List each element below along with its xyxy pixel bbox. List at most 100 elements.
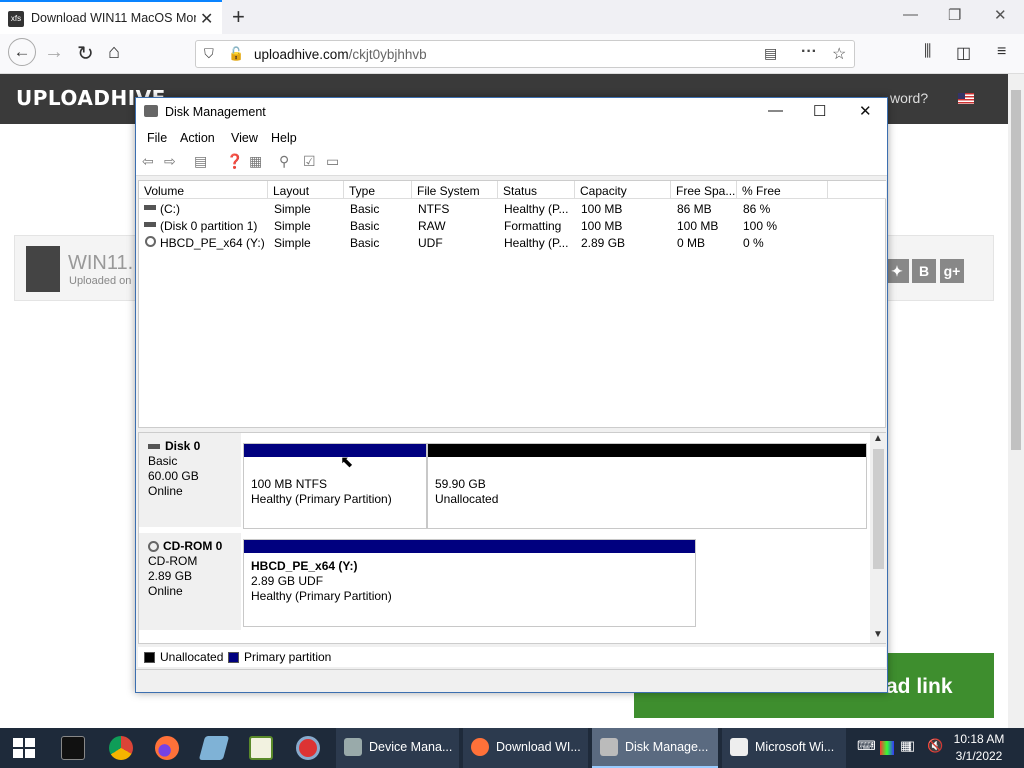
col-free-space[interactable]: Free Spa...	[671, 181, 737, 199]
bookmark-star-icon[interactable]: ☆	[832, 44, 846, 64]
cell-percent-free: 100 %	[743, 219, 778, 233]
menu-action[interactable]: Action	[180, 131, 215, 145]
file-name: WIN11.	[68, 252, 134, 274]
page-actions-icon[interactable]: ···	[801, 43, 817, 61]
task-firefox[interactable]: Download WI...	[463, 728, 588, 768]
disk-pane-scroll-thumb[interactable]	[873, 449, 884, 569]
firefox-icon	[471, 738, 489, 756]
unallocated-size: 59.90 GB	[435, 477, 486, 491]
cell-layout: Simple	[274, 219, 311, 233]
cell-percent-free: 86 %	[743, 202, 771, 216]
partition-y[interactable]: HBCD_PE_x64 (Y:) 2.89 GB UDF Healthy (Pr…	[243, 539, 696, 627]
task-microsoft[interactable]: Microsoft Wi...	[722, 728, 846, 768]
color-tray-icon[interactable]	[880, 741, 894, 755]
settings-icon[interactable]: ▭	[326, 153, 339, 170]
close-icon[interactable]: ✕	[859, 102, 872, 120]
drive-icon	[144, 205, 156, 210]
share-button[interactable]: B	[912, 259, 936, 283]
col-layout[interactable]: Layout	[268, 181, 344, 199]
legend-unallocated: Unallocated	[160, 650, 224, 664]
col-capacity[interactable]: Capacity	[575, 181, 671, 199]
googleplus-button[interactable]: g+	[940, 259, 964, 283]
reader-view-icon[interactable]: ▤	[764, 45, 777, 62]
check-icon[interactable]: ☑	[303, 153, 316, 170]
connect-icon[interactable]: ⚲	[279, 153, 289, 170]
address-bar[interactable]: ⛉ 🔓 uploadhive.com/ckjt0ybjhhvb ▤ ··· ☆	[195, 40, 855, 68]
disk0-label[interactable]: Disk 0 Basic 60.00 GB Online	[139, 433, 241, 528]
scroll-down-icon[interactable]: ▼	[873, 629, 883, 640]
task-device-manager[interactable]: Device Mana...	[336, 728, 459, 768]
unallocated-space[interactable]: 59.90 GB Unallocated	[427, 443, 867, 529]
partition-size: 100 MB NTFS	[251, 477, 328, 491]
cell-type: Basic	[350, 236, 380, 250]
window-titlebar[interactable]: Disk Management — ☐ ✕	[136, 98, 887, 127]
scroll-up-icon[interactable]: ▲	[873, 433, 883, 444]
menu-icon[interactable]: ≡	[997, 43, 1006, 61]
new-tab-icon[interactable]: +	[232, 4, 245, 30]
terminal-icon[interactable]	[61, 736, 85, 760]
site-favicon-icon: xfs	[8, 11, 24, 27]
cell-volume: HBCD_PE_x64 (Y:)	[160, 236, 265, 250]
table-row[interactable]: HBCD_PE_x64 (Y:) Simple Basic UDF Health…	[139, 234, 885, 251]
disk0-size: 60.00 GB	[148, 469, 199, 483]
cdrom0-size: 2.89 GB	[148, 569, 193, 583]
network-tray-icon[interactable]: ⌨	[857, 738, 876, 754]
reload-icon[interactable]: ↻	[77, 41, 94, 66]
minimize-icon[interactable]: —	[768, 102, 783, 119]
insecure-lock-icon[interactable]: 🔓	[228, 46, 244, 62]
sheet-icon[interactable]	[249, 736, 273, 760]
tool-icon[interactable]	[296, 736, 320, 760]
col-percent-free[interactable]: % Free	[737, 181, 828, 199]
close-window-icon[interactable]: ✕	[994, 6, 1007, 24]
col-file-system[interactable]: File System	[412, 181, 498, 199]
close-tab-icon[interactable]: ✕	[200, 9, 213, 29]
col-type[interactable]: Type	[344, 181, 412, 199]
browser-tab[interactable]: xfs Download WIN11 MacOS Mon ✕	[0, 0, 222, 34]
menu-view[interactable]: View	[231, 131, 258, 145]
start-icon[interactable]	[13, 738, 35, 758]
back-icon[interactable]: ⇦	[142, 153, 154, 170]
partition-name: HBCD_PE_x64 (Y:)	[251, 559, 358, 573]
cell-file-system: RAW	[418, 219, 446, 233]
forward-icon[interactable]: ⇨	[164, 153, 176, 170]
toolbar: ⇦ ⇨ ▤ ❓ ▦ ⚲ ☑ ▭	[136, 149, 887, 176]
partition-c[interactable]: 100 MB NTFS Healthy (Primary Partition)	[243, 443, 427, 529]
sidebar-icon[interactable]: ◫	[956, 43, 971, 63]
menu-help[interactable]: Help	[271, 131, 297, 145]
firefox-icon[interactable]	[155, 736, 179, 760]
restore-icon[interactable]: ❐	[948, 6, 961, 24]
cdrom0-label[interactable]: CD-ROM 0 CD-ROM 2.89 GB Online	[139, 533, 241, 630]
library-icon[interactable]: ⫼	[924, 43, 931, 61]
maximize-icon[interactable]: ☐	[813, 102, 826, 120]
col-volume[interactable]: Volume	[139, 181, 268, 199]
page-scrollbar-thumb[interactable]	[1011, 90, 1021, 450]
usb-tray-icon[interactable]: ▯	[908, 738, 915, 754]
cell-free-space: 86 MB	[677, 202, 712, 216]
cell-status: Healthy (P...	[504, 236, 569, 250]
properties-icon[interactable]: ▦	[249, 153, 262, 170]
twitter-icon[interactable]: ✦	[885, 259, 909, 283]
table-row[interactable]: (C:) Simple Basic NTFS Healthy (P... 100…	[139, 200, 885, 217]
table-row[interactable]: (Disk 0 partition 1) Simple Basic RAW Fo…	[139, 217, 885, 234]
menu-file[interactable]: File	[147, 131, 167, 145]
cell-volume: (Disk 0 partition 1)	[160, 219, 258, 233]
task-label: Download WI...	[496, 740, 581, 754]
show-hide-tree-icon[interactable]: ▤	[194, 153, 207, 170]
help-icon[interactable]: ❓	[226, 153, 243, 170]
col-empty	[828, 181, 886, 199]
cell-capacity: 100 MB	[581, 202, 623, 216]
chrome-icon[interactable]	[109, 736, 133, 760]
shield-icon[interactable]: ⛉	[204, 46, 214, 62]
mouse-cursor-icon: ⬉	[340, 454, 354, 471]
file-icon	[26, 246, 60, 292]
system-clock[interactable]: 10:18 AM 3/1/2022	[946, 731, 1012, 765]
forward-icon[interactable]: →	[44, 41, 64, 64]
minimize-icon[interactable]: —	[903, 6, 918, 23]
unallocated-bar	[428, 444, 866, 457]
back-icon[interactable]: ←	[8, 38, 36, 66]
us-flag-icon[interactable]	[958, 93, 974, 104]
volume-muted-icon[interactable]: 🔇	[927, 738, 943, 754]
home-icon[interactable]: ⌂	[108, 41, 120, 64]
col-status[interactable]: Status	[498, 181, 575, 199]
task-disk-management[interactable]: Disk Manage...	[592, 728, 718, 768]
